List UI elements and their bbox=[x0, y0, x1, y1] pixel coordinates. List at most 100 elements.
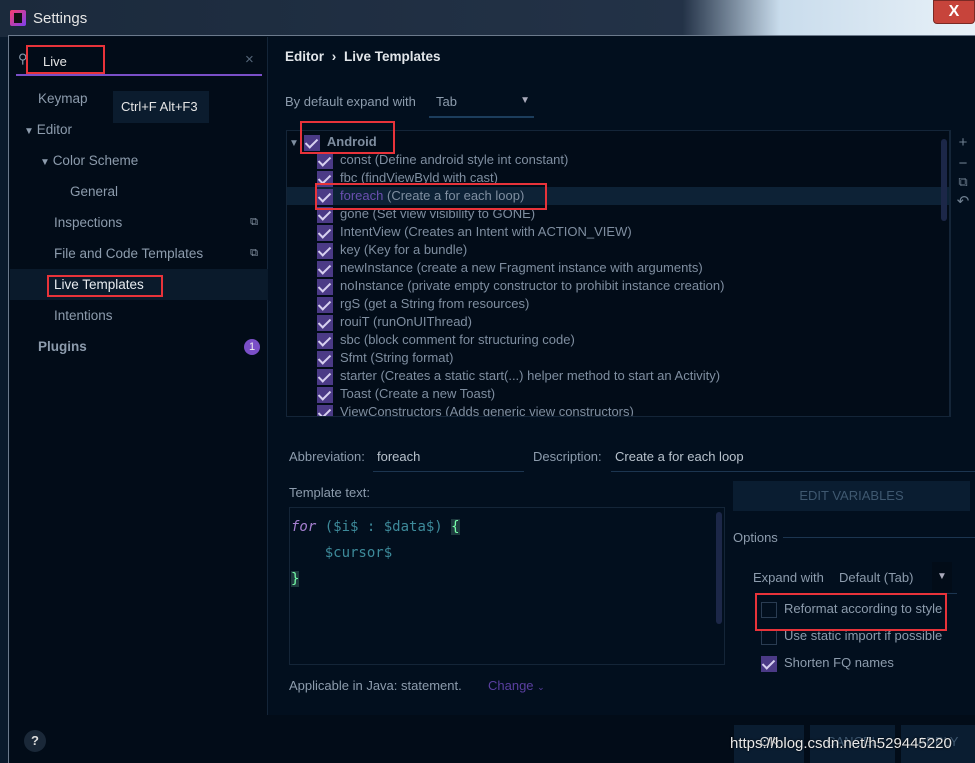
edit-variables-button[interactable]: EDIT VARIABLES bbox=[733, 481, 970, 511]
expand-with-select[interactable]: Default (Tab) bbox=[839, 570, 913, 585]
clear-search-icon[interactable]: × bbox=[245, 51, 254, 68]
template-abbr: IntentView bbox=[340, 224, 401, 239]
remove-icon[interactable]: − bbox=[951, 155, 975, 172]
template-checkbox[interactable] bbox=[317, 278, 333, 295]
expand-arrow-icon: ▼ bbox=[24, 126, 37, 137]
window-title: Settings bbox=[33, 10, 88, 27]
project-scope-icon: ⧉ bbox=[250, 247, 258, 259]
template-row[interactable]: noInstance (private empty constructor to… bbox=[287, 277, 949, 295]
change-context-link[interactable]: Change ⌄ bbox=[488, 678, 545, 693]
applicable-context: Applicable in Java: statement. bbox=[289, 678, 462, 693]
template-abbr: ViewConstructors bbox=[340, 404, 442, 417]
template-row[interactable]: key (Key for a bundle) bbox=[287, 241, 949, 259]
template-row[interactable]: Sfmt (String format) bbox=[287, 349, 949, 367]
code-brace: } bbox=[291, 571, 300, 587]
template-desc: (Key for a bundle) bbox=[363, 242, 468, 257]
template-checkbox[interactable] bbox=[317, 332, 333, 349]
template-row[interactable]: rouiT (runOnUIThread) bbox=[287, 313, 949, 331]
description-input[interactable]: Create a for each loop bbox=[615, 449, 744, 464]
template-desc: (Adds generic view constructors) bbox=[445, 404, 634, 417]
sidebar-item-general[interactable]: General bbox=[10, 176, 268, 207]
shorten-fq-checkbox[interactable] bbox=[761, 655, 777, 672]
template-desc: (runOnUIThread) bbox=[373, 314, 472, 329]
sidebar-item-intentions[interactable]: Intentions bbox=[10, 300, 268, 331]
template-checkbox[interactable] bbox=[317, 260, 333, 277]
template-abbr: Sfmt bbox=[340, 350, 367, 365]
breadcrumb-parent[interactable]: Editor bbox=[285, 49, 324, 64]
default-expand-label: By default expand with bbox=[285, 94, 416, 109]
breadcrumb-current: Live Templates bbox=[344, 49, 441, 64]
sidebar-item-inspections[interactable]: Inspections ⧉ bbox=[10, 207, 268, 238]
select-value: Tab bbox=[436, 94, 457, 109]
close-button[interactable]: X bbox=[933, 0, 975, 24]
template-abbr: starter bbox=[340, 368, 377, 383]
template-checkbox[interactable] bbox=[317, 350, 333, 367]
abbreviation-input[interactable]: foreach bbox=[377, 449, 420, 464]
template-text-label: Template text: bbox=[289, 485, 370, 500]
chevron-down-icon: ⌄ bbox=[537, 682, 545, 692]
template-abbr: rgS bbox=[340, 296, 361, 311]
breadcrumb-separator: › bbox=[331, 49, 337, 64]
template-desc: (Creates a static start(...) helper meth… bbox=[380, 368, 721, 383]
template-checkbox[interactable] bbox=[317, 224, 333, 241]
template-desc: (create a new Fragment instance with arg… bbox=[416, 260, 703, 275]
template-row[interactable]: newInstance (create a new Fragment insta… bbox=[287, 259, 949, 277]
breadcrumb: Editor › Live Templates bbox=[285, 49, 441, 64]
template-desc: (private empty constructor to prohibit i… bbox=[407, 278, 725, 293]
template-abbr: rouiT bbox=[340, 314, 370, 329]
template-row[interactable]: starter (Creates a static start(...) hel… bbox=[287, 367, 949, 385]
sidebar: Keymap Ctrl+F Alt+F3 ▼ Editor ▼ Color Sc… bbox=[10, 37, 268, 715]
editor-scrollbar[interactable] bbox=[716, 512, 722, 624]
template-text-editor[interactable]: for ($i$ : $data$) { $cursor$ } bbox=[289, 507, 725, 665]
template-row[interactable]: IntentView (Creates an Intent with ACTIO… bbox=[287, 223, 949, 241]
template-abbr: key bbox=[340, 242, 361, 257]
template-row[interactable]: sbc (block comment for structuring code) bbox=[287, 331, 949, 349]
template-checkbox[interactable] bbox=[317, 386, 333, 403]
project-scope-icon: ⧉ bbox=[250, 216, 258, 228]
update-badge: 1 bbox=[244, 339, 260, 355]
template-desc: (Define android style int constant) bbox=[374, 152, 569, 167]
code-text: $cursor$ bbox=[291, 545, 393, 561]
sidebar-item-plugins[interactable]: Plugins 1 bbox=[10, 331, 268, 362]
template-checkbox[interactable] bbox=[317, 404, 333, 416]
chevron-down-icon[interactable]: ▼ bbox=[932, 562, 952, 592]
template-abbr: Toast bbox=[340, 386, 372, 401]
template-abbr: const bbox=[340, 152, 372, 167]
chevron-down-icon: ▼ bbox=[520, 95, 530, 106]
undo-icon[interactable]: ↶ bbox=[951, 192, 975, 210]
list-toolbar: + − ⧉ ↶ bbox=[950, 130, 975, 417]
expand-arrow-icon: ▼ bbox=[289, 138, 299, 149]
code-keyword: for bbox=[291, 519, 317, 535]
template-row[interactable]: ViewConstructors (Adds generic view cons… bbox=[287, 403, 949, 417]
watermark: https://blog.csdn.net/h529445220 bbox=[730, 735, 952, 752]
help-button[interactable]: ? bbox=[24, 730, 46, 752]
template-checkbox[interactable] bbox=[317, 152, 333, 169]
sidebar-item-file-templates[interactable]: File and Code Templates ⧉ bbox=[10, 238, 268, 269]
template-checkbox[interactable] bbox=[317, 314, 333, 331]
template-checkbox[interactable] bbox=[317, 368, 333, 385]
template-checkbox[interactable] bbox=[317, 296, 333, 313]
description-label: Description: bbox=[533, 449, 602, 464]
expand-arrow-icon: ▼ bbox=[40, 157, 53, 168]
templates-tree[interactable]: ▼ Android const (Define android style int… bbox=[286, 130, 950, 417]
default-expand-select[interactable]: Tab ▼ bbox=[429, 88, 534, 118]
template-abbr: sbc bbox=[340, 332, 361, 347]
template-checkbox[interactable] bbox=[317, 242, 333, 259]
copy-icon[interactable]: ⧉ bbox=[951, 174, 975, 190]
code-brace: { bbox=[451, 519, 460, 535]
title-bar: Settings X bbox=[0, 0, 975, 37]
sidebar-item-keymap[interactable]: Keymap bbox=[38, 83, 88, 114]
list-scrollbar[interactable] bbox=[941, 139, 947, 221]
sidebar-item-color-scheme[interactable]: ▼ Color Scheme bbox=[10, 145, 268, 176]
add-icon[interactable]: + bbox=[951, 134, 975, 151]
template-row[interactable]: Toast (Create a new Toast) bbox=[287, 385, 949, 403]
template-desc: (Create a new Toast) bbox=[374, 386, 496, 401]
options-title: Options bbox=[733, 530, 778, 545]
template-desc: (block comment for structuring code) bbox=[363, 332, 575, 347]
expand-with-label: Expand with bbox=[753, 570, 824, 585]
template-desc: (String format) bbox=[370, 350, 454, 365]
shorten-fq-option[interactable]: Shorten FQ names bbox=[761, 655, 894, 672]
template-abbr: noInstance bbox=[340, 278, 404, 293]
template-row[interactable]: rgS (get a String from resources) bbox=[287, 295, 949, 313]
sidebar-item-editor[interactable]: ▼ Editor bbox=[10, 114, 268, 145]
